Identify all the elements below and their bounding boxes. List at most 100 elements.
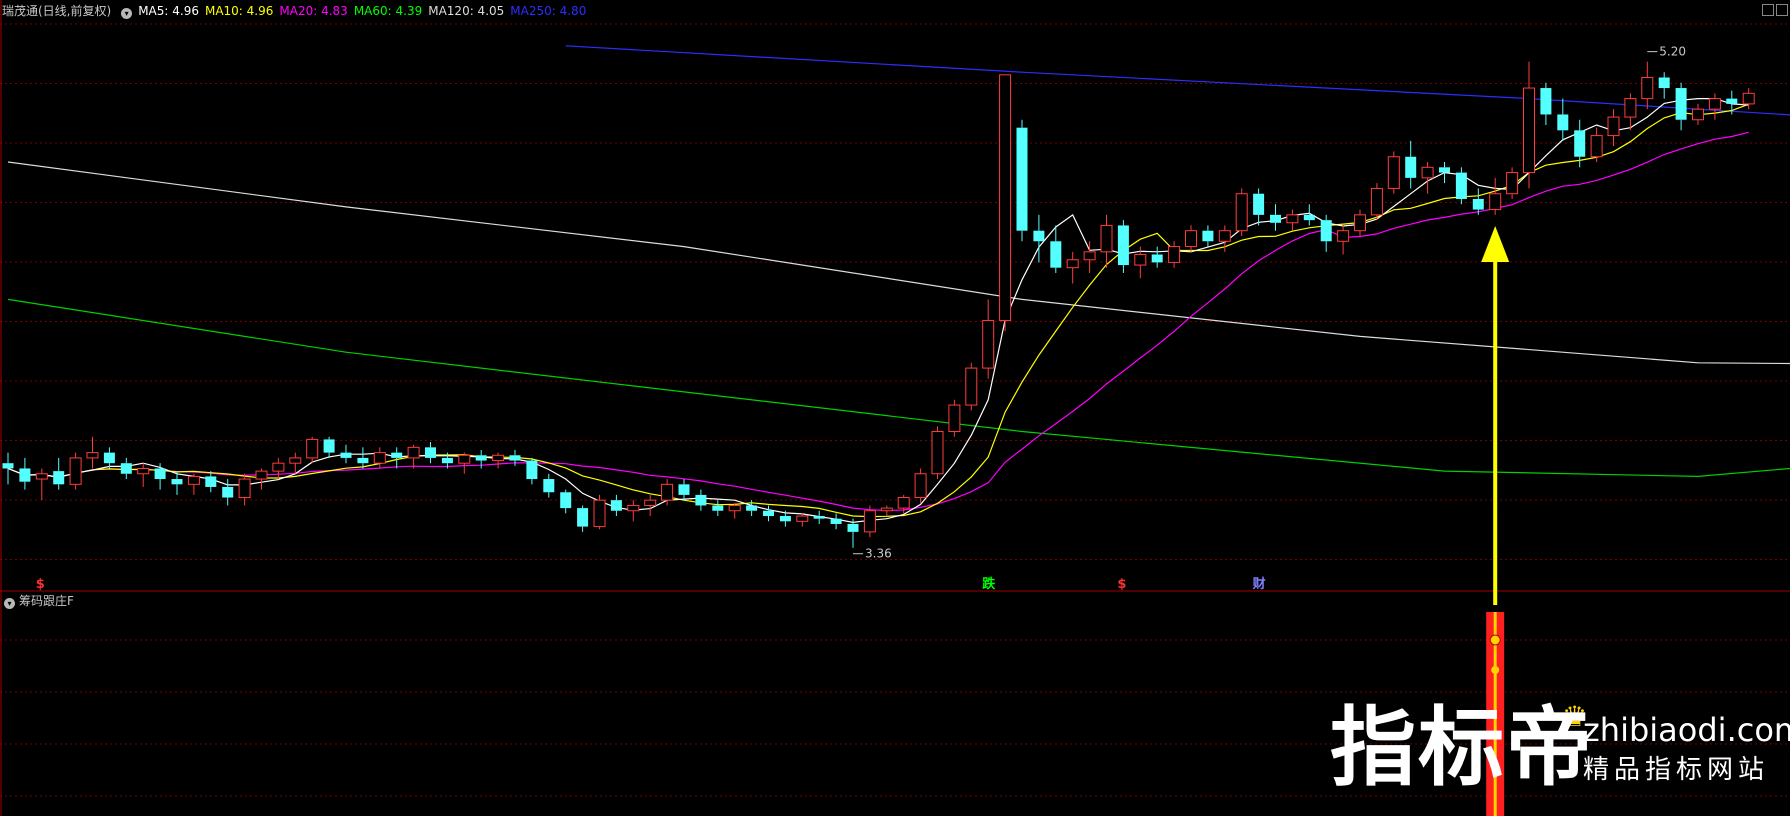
candle-body [1286, 214, 1299, 224]
candle [120, 457, 132, 480]
candle [880, 505, 893, 517]
candle-body [1354, 214, 1366, 232]
candle [323, 436, 335, 458]
candle [610, 494, 622, 517]
candle [19, 457, 31, 490]
candle-body [120, 463, 132, 474]
candle [1506, 167, 1519, 200]
candle [1540, 82, 1552, 126]
candle [137, 463, 150, 487]
candle [1370, 183, 1383, 221]
candle [712, 500, 724, 517]
candle-body [526, 460, 538, 480]
candle-body [1083, 251, 1096, 261]
candle-body [577, 508, 589, 527]
candle [1708, 93, 1721, 120]
candle [543, 473, 555, 498]
candle [103, 447, 115, 469]
candle-body [678, 484, 690, 495]
candle [1692, 103, 1704, 126]
candle-body [171, 479, 183, 485]
watermark-cn: 指标帝 [1330, 698, 1594, 798]
candle-body [458, 454, 471, 464]
minimize-icon[interactable] [1762, 4, 1774, 16]
candle-body [863, 510, 876, 533]
candle-body [1066, 259, 1079, 269]
candle-body [1100, 224, 1113, 253]
price-annotation: 3.36 [865, 547, 892, 561]
ma-legend: MA5: 4.96 MA10: 4.96 MA20: 4.83 MA60: 4.39 M… [138, 4, 592, 18]
signal-dot-icon [1489, 634, 1501, 646]
ma-legend-item: MA5: 4.96 [138, 4, 199, 18]
candle [1337, 225, 1350, 255]
candle-body [1489, 193, 1502, 211]
candle-body [593, 499, 606, 528]
candle [306, 436, 319, 464]
event-marker: 财 [1253, 576, 1266, 592]
candle-body [1117, 225, 1129, 266]
candle [577, 505, 589, 532]
price-annotation: 5.20 [1659, 45, 1686, 59]
chevron-down-icon[interactable]: ▾ [121, 8, 133, 19]
candle-body [289, 457, 302, 464]
candle-body [35, 473, 48, 480]
candle-body [69, 457, 82, 485]
candle [238, 473, 251, 506]
candle-body [323, 439, 335, 453]
candle [914, 468, 927, 503]
candle [1421, 162, 1434, 194]
candle-body [1387, 156, 1400, 189]
ma-legend-item: MA10: 4.96 [204, 4, 274, 18]
candle [1083, 241, 1096, 273]
candle-body [627, 504, 640, 512]
sub-panel-title[interactable]: 筹码跟庄F [19, 594, 74, 608]
candle-body [373, 452, 386, 464]
watermark-tagline: 精品指标网站 [1583, 755, 1770, 785]
maximize-icon[interactable] [1776, 4, 1788, 16]
ma-line-ma10 [7, 103, 1749, 518]
ma-line-ma5 [7, 97, 1749, 524]
candle [425, 442, 436, 464]
candle-body [103, 452, 115, 464]
candle-body [238, 478, 251, 499]
ma-line-ma20 [7, 131, 1749, 512]
ma-legend-item: MA20: 4.83 [279, 4, 348, 18]
candle-body [1574, 130, 1586, 157]
candle-body [610, 500, 622, 511]
candle [272, 457, 285, 480]
ma-legend-item: MA120: 4.05 [428, 4, 505, 18]
stock-title[interactable]: 瑞茂通(日线,前复权) [2, 4, 111, 18]
candle [1050, 225, 1062, 273]
candle [1557, 98, 1569, 141]
candle-body [695, 494, 707, 506]
candle [1168, 241, 1181, 268]
candle [965, 362, 978, 411]
candle-body [1540, 88, 1552, 115]
event-marker: 跌 [982, 576, 996, 592]
candle-body [86, 452, 99, 459]
candle-body [1050, 241, 1062, 268]
candle-body [1303, 214, 1315, 221]
candle-body [1151, 254, 1163, 263]
candle-body [1370, 187, 1383, 216]
candle [1117, 220, 1129, 273]
candle-body [205, 476, 217, 487]
candle-body [796, 515, 809, 522]
candle [1270, 204, 1281, 231]
chevron-down-icon[interactable]: ▾ [4, 598, 15, 609]
candle [1286, 209, 1299, 231]
moving-average-lines [7, 45, 1790, 478]
candle [526, 457, 538, 485]
candle [1607, 109, 1620, 147]
candle [154, 463, 166, 490]
candle [695, 489, 707, 511]
candle-body [1134, 253, 1147, 266]
candle-body [1675, 88, 1687, 120]
candle-body [746, 505, 758, 511]
candle [728, 502, 741, 519]
candle-body [543, 479, 555, 493]
candle [1675, 82, 1687, 131]
candle [1320, 214, 1332, 252]
candle-body [880, 507, 893, 512]
candle [1185, 225, 1197, 252]
